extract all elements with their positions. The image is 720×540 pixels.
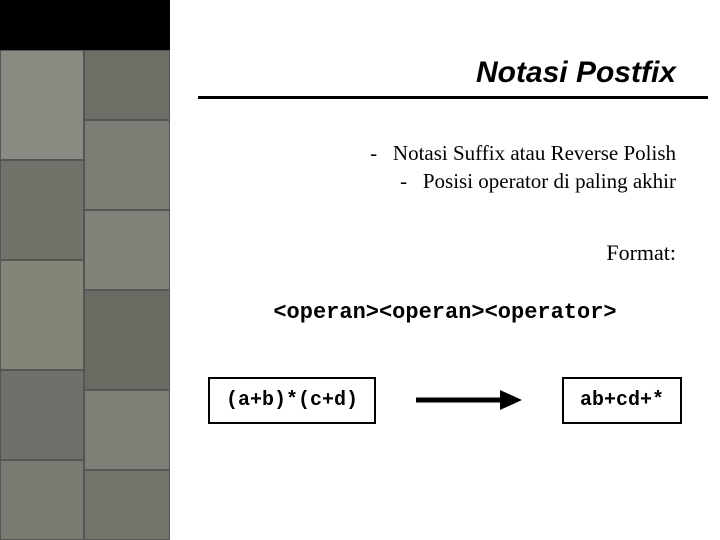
arrow-icon xyxy=(414,388,524,412)
sidebar-stone-texture xyxy=(0,0,170,540)
format-label: Format: xyxy=(198,240,692,266)
example-input-box: (a+b)*(c+d) xyxy=(208,377,376,424)
slide-title: Notasi Postfix xyxy=(198,56,692,90)
bullet-list: - Notasi Suffix atau Reverse Polish - Po… xyxy=(198,139,692,196)
bullet-item-2: - Posisi operator di paling akhir xyxy=(198,167,676,195)
top-black-strip xyxy=(0,0,170,50)
title-underline xyxy=(198,96,708,99)
slide-content: Notasi Postfix - Notasi Suffix atau Reve… xyxy=(170,0,720,540)
bullet-item-1: - Notasi Suffix atau Reverse Polish xyxy=(198,139,676,167)
format-expression: <operan><operan><operator> xyxy=(198,300,692,325)
example-row: (a+b)*(c+d) ab+cd+* xyxy=(198,377,692,424)
example-output-box: ab+cd+* xyxy=(562,377,682,424)
